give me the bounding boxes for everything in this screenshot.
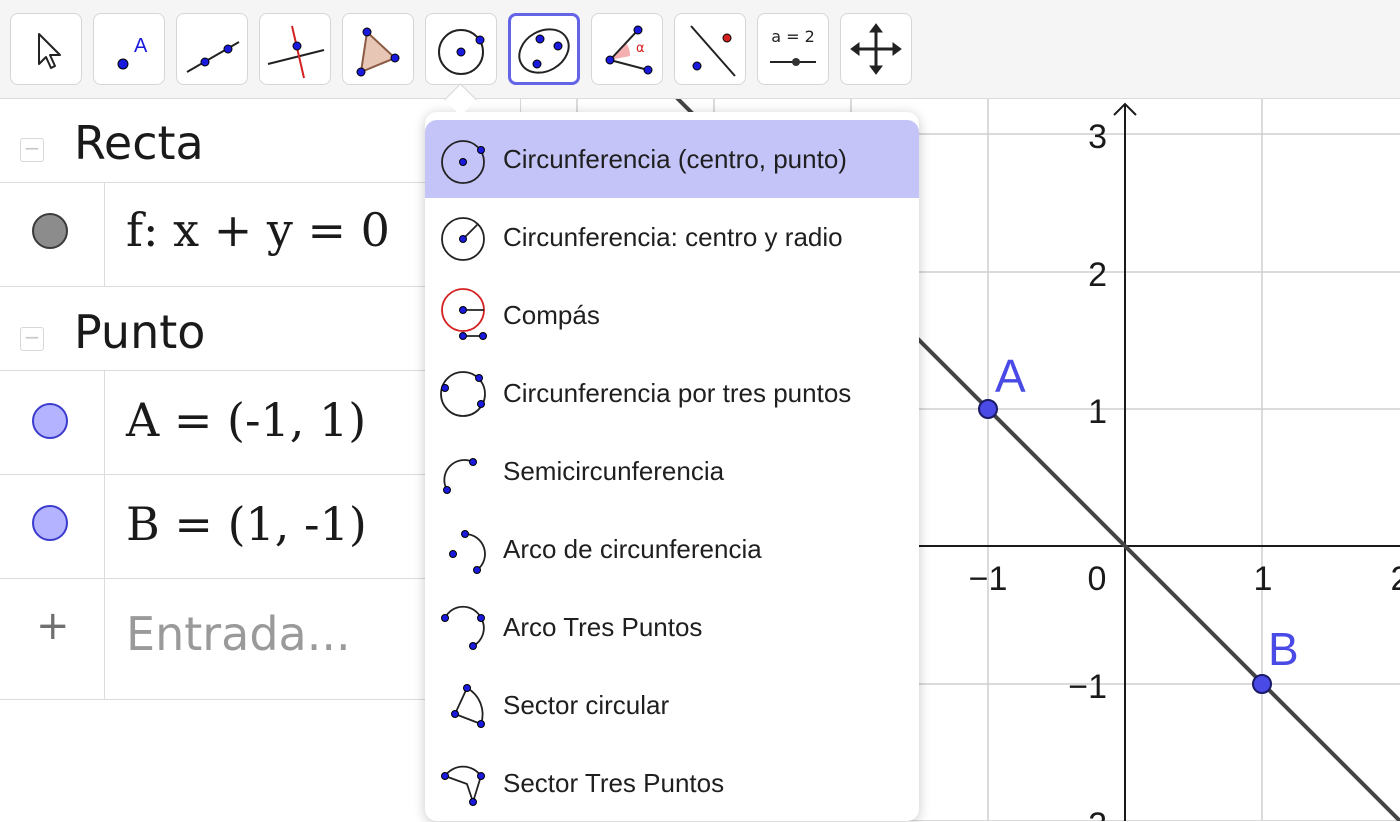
polygon-tool[interactable] [342, 13, 414, 85]
point-tool[interactable]: A [93, 13, 165, 85]
reflect-tool[interactable] [674, 13, 746, 85]
menu-item-circular-sector[interactable]: Sector circular [425, 666, 919, 744]
compass-icon [441, 288, 487, 340]
circle-tool[interactable] [425, 13, 497, 85]
menu-item-label: Sector Tres Puntos [503, 768, 725, 798]
y-tick-labels: 3 2 1 −1 −2 [1068, 118, 1107, 821]
point-b-label: B [1268, 623, 1299, 675]
x-tick-label: 1 [1254, 560, 1273, 598]
move-tool[interactable] [10, 13, 82, 85]
y-tick-label: −2 [1068, 806, 1107, 821]
angle-icon: α [605, 25, 653, 75]
marble-cell: + [0, 579, 105, 699]
point-a-label: A [995, 350, 1026, 402]
algebra-expression[interactable]: B = (1, -1) [126, 497, 367, 551]
slider-tool[interactable]: a = 2 [757, 13, 829, 85]
x-tick-label: −1 [969, 560, 1008, 598]
reflect-icon [690, 25, 736, 77]
y-tick-label: 1 [1088, 393, 1107, 431]
add-item-button[interactable]: + [36, 603, 70, 649]
circumcircular-arc-icon [441, 605, 485, 650]
group-title: Recta [74, 116, 204, 170]
x-tick-label: 0 [1088, 560, 1107, 598]
visibility-toggle[interactable] [32, 213, 68, 249]
perpendicular-line-icon [267, 25, 325, 79]
arrow-cursor-icon [38, 33, 61, 69]
toolbar: A α a = 2 [0, 0, 1400, 99]
menu-item-label: Arco de circunferencia [503, 534, 762, 564]
collapse-group-button[interactable]: − [20, 138, 44, 162]
menu-item-circular-arc[interactable]: Arco de circunferencia [425, 510, 919, 588]
move-graphics-view-tool[interactable] [840, 13, 912, 85]
ellipse-icon [518, 28, 570, 74]
marble-cell [0, 475, 105, 579]
circle-icon [438, 29, 485, 75]
svg-text:A: A [134, 35, 148, 57]
point-b[interactable] [1252, 674, 1272, 694]
menu-item-label: Arco Tres Puntos [503, 612, 703, 642]
polygon-icon [356, 27, 400, 77]
menu-item-label: Circunferencia por tres puntos [503, 378, 852, 408]
group-title: Punto [74, 305, 206, 359]
circle-three-points-icon [440, 371, 486, 417]
visibility-toggle[interactable] [32, 403, 68, 439]
marble-cell [0, 371, 105, 475]
line-tool[interactable] [176, 13, 248, 85]
svg-text:a = 2: a = 2 [771, 27, 815, 46]
x-tick-label: 2 [1391, 560, 1400, 598]
menu-item-circumcircular-sector[interactable]: Sector Tres Puntos [425, 744, 919, 822]
menu-item-compass[interactable]: Compás [425, 276, 919, 354]
algebra-expression[interactable]: A = (-1, 1) [126, 393, 366, 447]
menu-item-label: Circunferencia: centro y radio [503, 222, 843, 252]
menu-item-circle-center-radius[interactable]: Circunferencia: centro y radio [425, 198, 919, 276]
menu-item-circle-center-point[interactable]: Circunferencia (centro, punto) [425, 120, 919, 198]
menu-item-label: Compás [503, 300, 600, 330]
tool-submenu: Circunferencia (centro, punto) Circunfer… [425, 112, 919, 821]
visibility-toggle[interactable] [32, 505, 68, 541]
svg-text:α: α [636, 41, 645, 56]
input-field[interactable]: Entrada... [126, 607, 351, 661]
ellipse-tool[interactable] [508, 13, 580, 85]
angle-tool[interactable]: α [591, 13, 663, 85]
move-arrows-icon [850, 23, 902, 75]
menu-item-label: Circunferencia (centro, punto) [503, 144, 847, 174]
menu-item-circle-three-points[interactable]: Circunferencia por tres puntos [425, 354, 919, 432]
slider-icon: a = 2 [770, 27, 816, 66]
y-tick-label: 2 [1088, 256, 1107, 294]
circle-center-point-icon [441, 140, 485, 184]
circular-arc-icon [449, 530, 486, 574]
menu-item-label: Semicircunferencia [503, 456, 725, 486]
point-icon: A [117, 35, 148, 70]
circle-center-radius-icon [441, 217, 485, 261]
collapse-group-button[interactable]: − [20, 327, 44, 351]
menu-item-circumcircular-arc[interactable]: Arco Tres Puntos [425, 588, 919, 666]
circular-sector-icon [451, 684, 485, 728]
menu-item-semicircle[interactable]: Semicircunferencia [425, 432, 919, 510]
point-a[interactable] [978, 399, 998, 419]
algebra-expression[interactable]: f: x + y = 0 [126, 203, 390, 257]
perpendicular-line-tool[interactable] [259, 13, 331, 85]
y-tick-label: 3 [1088, 118, 1107, 156]
semicircle-icon [443, 458, 477, 494]
y-tick-label: −1 [1068, 668, 1107, 706]
menu-item-label: Sector circular [503, 690, 670, 720]
circumcircular-sector-icon [441, 765, 485, 806]
line-through-points-icon [186, 41, 240, 73]
marble-cell [0, 183, 105, 287]
